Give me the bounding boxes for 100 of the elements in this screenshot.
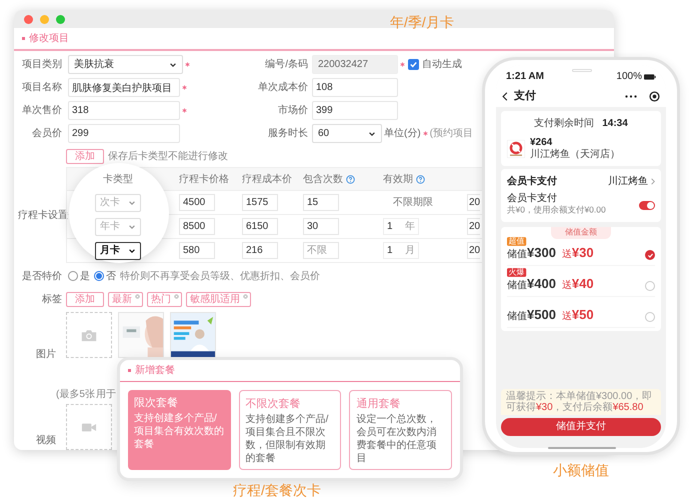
column-header: 疗程卡价格 [179,172,229,186]
input-field[interactable]: 220032427 [312,55,398,74]
input-field[interactable]: 299 [68,124,180,143]
store-logo-icon [507,140,525,158]
store-name: 川江烤鱼 [608,174,648,189]
column-header: 卡类型 [103,172,133,186]
checkbox-label: 自动生成 [422,58,462,72]
validity-text: 不限期限 [393,196,433,210]
select-field: 年卡 [95,218,141,236]
page-title: 支付 [514,88,537,104]
select-field[interactable]: 美肤抗衰 [68,55,183,74]
input-field[interactable]: 318 [68,101,180,120]
check-icon [409,60,418,69]
recharge-option[interactable]: 超值 储值¥300 送¥30 [507,235,655,266]
card-description: 支持创建多个产品/项目集合且不限次数，但限制有效期的套餐 [246,413,330,465]
radio-label: 否 [106,270,116,284]
field-label: 单次成本价 [257,80,308,95]
pay-button[interactable]: 储值并支付 [501,418,661,436]
help-icon[interactable] [346,174,355,184]
radio-button[interactable] [645,250,655,260]
column-header: 疗程成本价 [242,172,292,186]
notice-text: 温馨提示：本单储值¥300.00，即可获得¥30，支付后余额¥65.80 [501,389,661,415]
package-option-card[interactable]: 通用套餐 设定一个总次数，会员可在次数内消费套餐中的任意项目 [349,390,452,470]
package-option-card[interactable]: 不限次套餐 支持创建多个产品/项目集合且不限次数，但限制有效期的套餐 [238,390,342,470]
radio-button[interactable] [645,281,655,291]
image-upload-box[interactable] [66,312,112,358]
card-title: 限次套餐 [134,396,179,410]
input-field[interactable]: 108 [312,78,398,97]
caption: 年/季/月卡 [390,14,454,30]
field-label: 项目名称 [21,81,62,95]
recharge-option[interactable]: 储值¥500 送¥50 [507,297,655,328]
unit-label: 单位(分) [384,126,421,141]
select-field[interactable]: 月卡 [95,242,141,260]
select-field[interactable]: 60 [312,124,382,143]
field-label: 视频 [36,434,56,448]
section-title: 修改项目 [29,32,69,46]
field-label: 单次售价 [21,104,62,118]
dialog-title: 新增套餐 [135,364,175,378]
card-title: 通用套餐 [356,397,402,411]
chevron-down-icon [128,198,136,206]
column-header: 有效期 [383,172,413,186]
radio-button[interactable] [68,271,78,281]
recharge-title: 储值金额 [565,229,597,237]
field-label: 市场价 [277,104,308,118]
input-field[interactable]: 216 [242,242,278,259]
recharge-option[interactable]: 火爆 储值¥400 送¥40 [507,266,655,297]
period-field[interactable]: 1 月 [383,242,419,259]
hint-text: 特价则不再享受会员等级、优惠折扣、会员价 [120,270,320,284]
countdown-label: 支付剩余时间 [534,116,594,131]
bullet-icon [22,37,25,40]
video-camera-icon [81,422,97,432]
home-indicator [548,447,616,449]
chevron-down-icon [368,130,376,138]
help-icon[interactable] [416,174,425,184]
checkbox[interactable] [408,59,419,70]
field-label: 图片 [36,348,56,362]
option-title: 会员卡支付 [507,193,558,205]
field-label: 编号/条码 [264,58,308,72]
input-field[interactable]: 399 [312,101,398,120]
bonus-amount: 送¥50 [562,306,594,324]
radio-button[interactable] [94,271,104,281]
payment-title: 会员卡支付 [507,174,557,189]
chevron-right-icon [651,178,655,185]
chevron-down-icon [169,60,177,68]
chevron-down-icon [128,246,136,254]
bullet-icon [128,369,131,372]
close-icon[interactable] [174,294,179,298]
input-field[interactable]: 580 [179,242,215,259]
badge: 火爆 [507,268,526,277]
target-icon[interactable] [649,90,660,102]
close-icon[interactable] [135,294,140,298]
option-detail: 共¥0，使用余额支付¥0.00 [507,206,606,216]
hint-text: 用于 [96,388,116,402]
input-field[interactable]: 肌肤修复美白护肤项目 [68,78,180,97]
column-header: 包含次数 [303,172,343,186]
input-field[interactable]: 不限 [303,242,339,259]
close-icon[interactable] [243,294,248,298]
recharge-amount: 储值¥500 [507,306,556,324]
status-time: 1:21 AM [506,70,544,84]
field-label: 会员价 [31,127,62,141]
select-field: 次卡 [95,194,141,212]
input-field[interactable]: 20 [467,242,480,259]
hint-text: (最多5张 [56,388,95,402]
speaker-slot [572,69,592,72]
toggle-switch[interactable] [639,200,655,210]
bonus-amount: 送¥40 [562,274,594,292]
radio-button[interactable] [645,312,655,322]
video-upload-box[interactable] [66,404,112,450]
caption: 疗程/套餐次卡 [233,482,321,498]
card-description: 支持创建多个产品/项目集合有效次数的套餐 [134,412,225,451]
recharge-amount: 储值¥300 [507,244,556,262]
more-icon[interactable] [625,94,637,98]
chevron-down-icon [128,222,136,230]
battery-icon [644,74,656,80]
caption: 小额储值 [553,462,609,478]
back-icon[interactable] [502,92,508,100]
countdown-time: 14:34 [602,117,628,131]
bonus-amount: 送¥30 [562,244,594,262]
recharge-amount: 储值¥400 [507,276,556,292]
hint-text: (预约项目 [430,127,474,141]
